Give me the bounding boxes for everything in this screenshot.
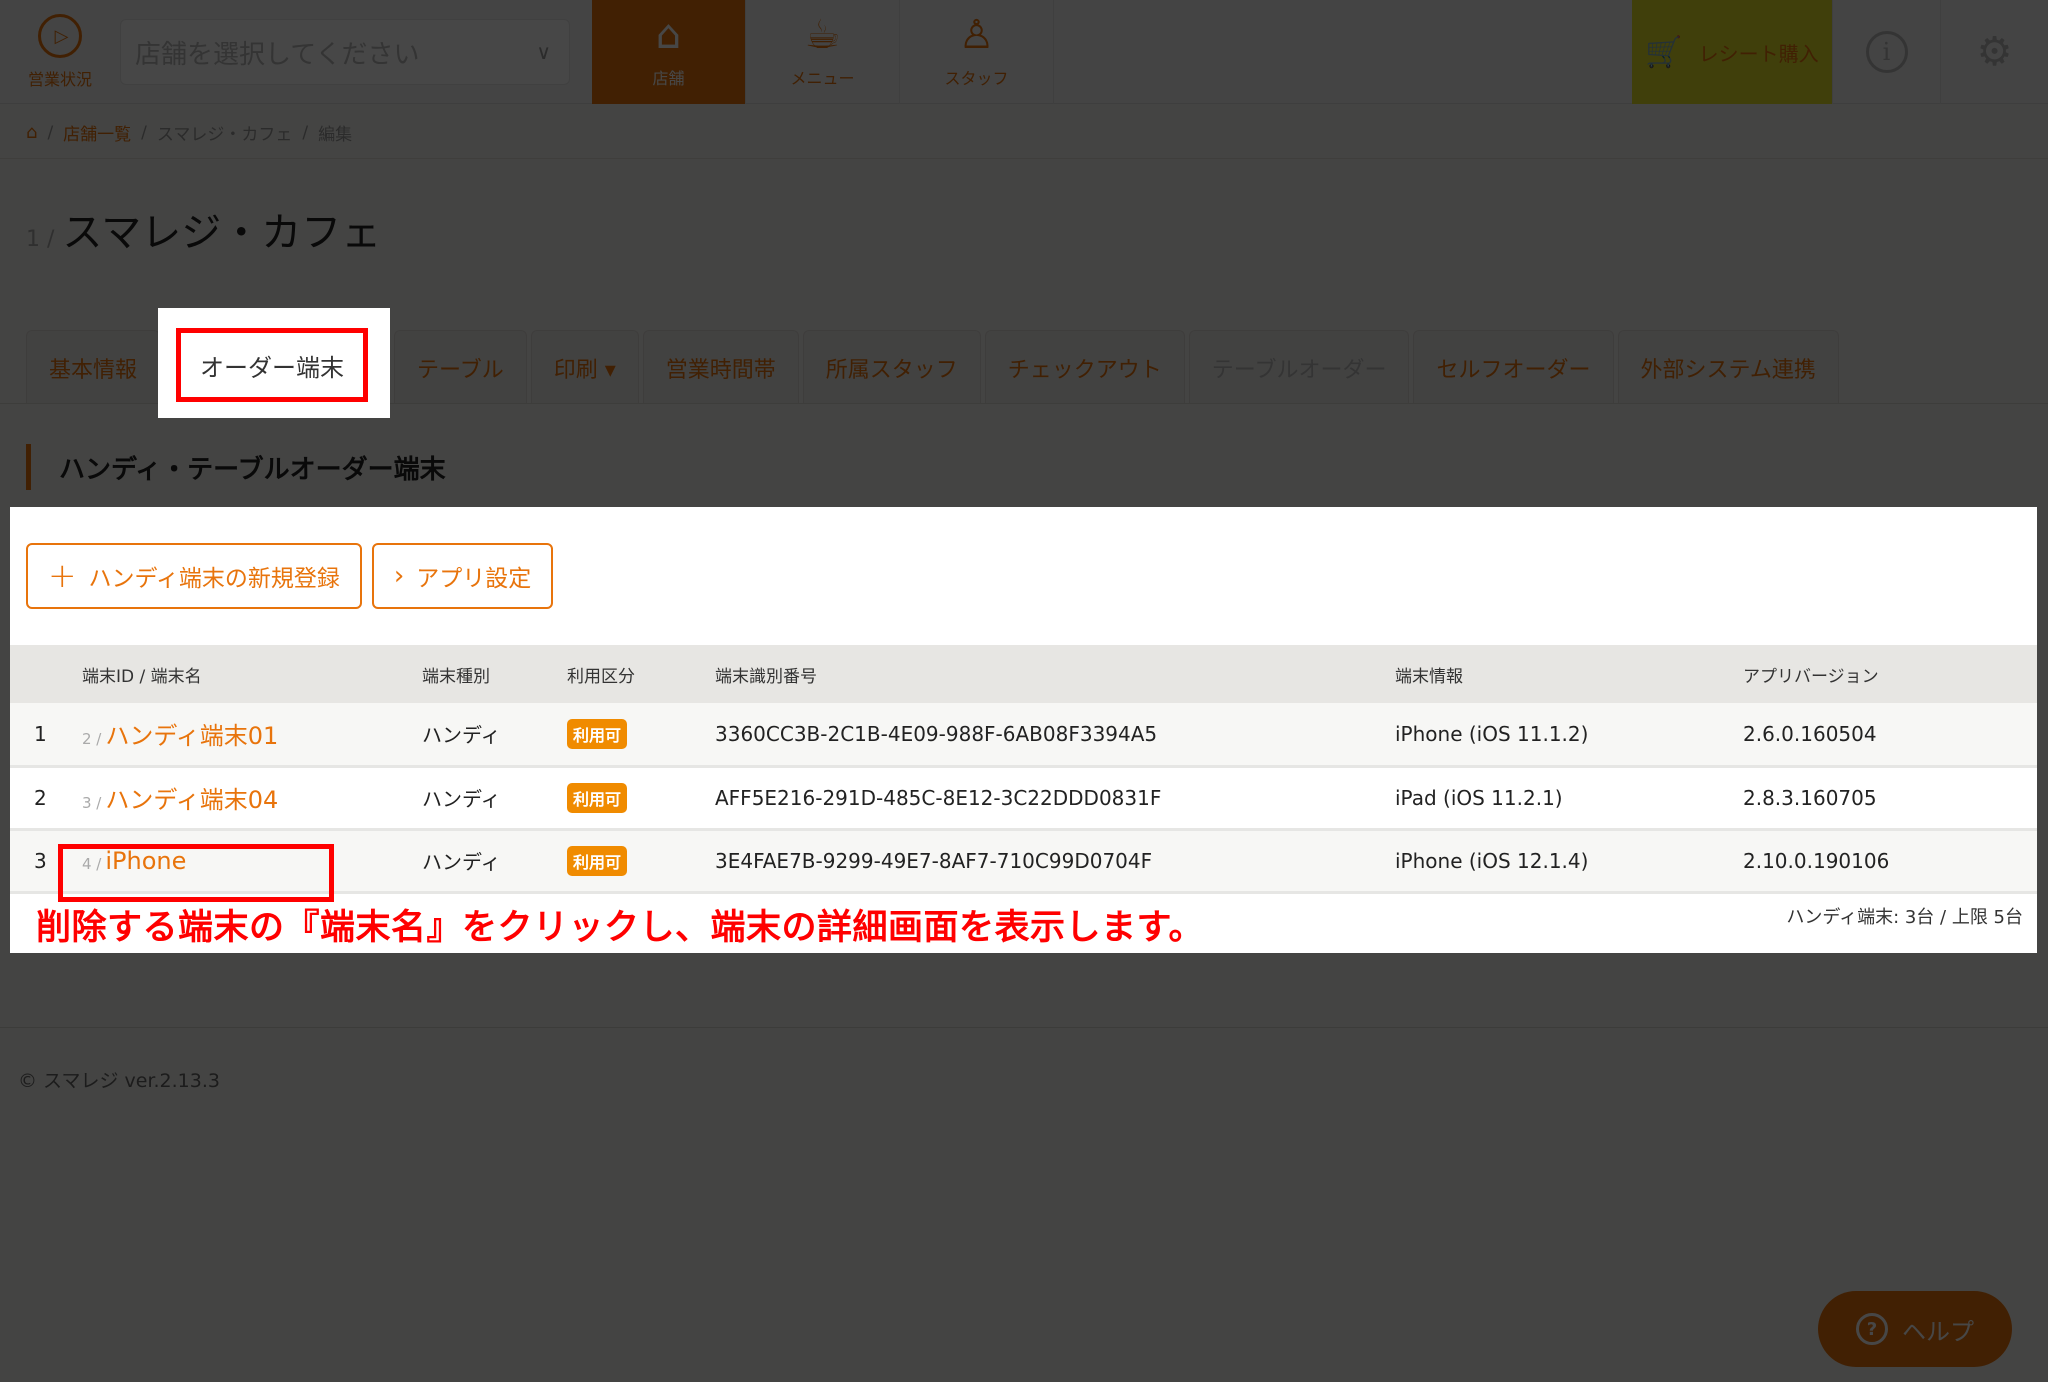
terminal-name-cell: 2 /ハンディ端末01 [70, 703, 410, 768]
terminal-name-link[interactable]: ハンディ端末04 [105, 786, 278, 814]
tab-order-terminal[interactable]: オーダー端末 [176, 328, 368, 402]
col-usage: 利用区分 [567, 645, 715, 703]
terminal-type: ハンディ [410, 703, 567, 768]
status-badge: 利用可 [567, 845, 628, 876]
status-badge: 利用可 [567, 782, 628, 813]
col-terminal-name: 端末ID / 端末名 [70, 645, 410, 703]
terminal-name-link[interactable]: ハンディ端末01 [105, 722, 278, 750]
device-info: iPad (iOS 11.2.1) [1395, 766, 1743, 831]
name-cell-wrapper: 4 /iPhone [58, 843, 410, 902]
terminal-count-note: ハンディ端末: 3台 / 上限 5台 [1786, 907, 2023, 928]
instruction-annotation: 削除する端末の『端末名』をクリックし、端末の詳細画面を表示します。 [36, 908, 1205, 948]
terminal-table: 端末ID / 端末名 端末種別 利用区分 端末識別番号 端末情報 アプリバージョ… [10, 645, 2037, 902]
terminal-type: ハンディ [410, 829, 567, 894]
terminal-udid: 3360CC3B-2C1B-4E09-988F-6AB08F3394A5 [715, 703, 1395, 768]
terminal-id: 2 / [82, 730, 102, 749]
device-info: iPhone (iOS 11.1.2) [1395, 703, 1743, 768]
status-badge: 利用可 [567, 718, 628, 749]
app-version: 2.10.0.190106 [1743, 829, 2037, 894]
col-udid: 端末識別番号 [715, 645, 1395, 703]
terminal-name-link[interactable]: iPhone [105, 847, 186, 875]
terminal-udid: 3E4FAE7B-9299-49E7-8AF7-710C99D0704F [715, 829, 1395, 894]
row-index: 1 [10, 703, 70, 768]
row-index: 2 [10, 766, 70, 831]
terminal-type: ハンディ [410, 766, 567, 831]
app-version: 2.8.3.160705 [1743, 766, 2037, 831]
col-terminal-type: 端末種別 [410, 645, 567, 703]
table-header-row: 端末ID / 端末名 端末種別 利用区分 端末識別番号 端末情報 アプリバージョ… [10, 645, 2037, 703]
app-settings-button[interactable]: › アプリ設定 [371, 543, 554, 609]
usage-cell: 利用可 [567, 829, 715, 894]
terminal-id: 4 / [82, 854, 102, 873]
register-handy-label: ハンディ端末の新規登録 [88, 566, 340, 592]
device-info: iPhone (iOS 12.1.4) [1395, 829, 1743, 894]
app-version: 2.6.0.160504 [1743, 703, 2037, 768]
usage-cell: 利用可 [567, 703, 715, 768]
terminal-name-cell: 3 /ハンディ端末04 [70, 766, 410, 831]
col-index [10, 645, 70, 703]
table-row: 3 4 /iPhone ハンディ 利用可 3E4FAE7B-9299-49E7-… [10, 829, 2037, 902]
action-buttons: + ハンディ端末の新規登録 › アプリ設定 [26, 543, 554, 609]
terminal-udid: AFF5E216-291D-485C-8E12-3C22DDD0831F [715, 766, 1395, 831]
plus-icon: + [48, 556, 77, 596]
terminal-list-panel: + ハンディ端末の新規登録 › アプリ設定 端末ID / 端末名 端末種別 利用… [10, 507, 2037, 953]
usage-cell: 利用可 [567, 766, 715, 831]
row-index: 3 [10, 829, 70, 894]
chevron-right-icon: › [393, 561, 405, 591]
terminal-id: 3 / [82, 794, 102, 812]
terminal-name-cell: 4 /iPhone [58, 829, 410, 902]
table-row: 2 3 /ハンディ端末04 ハンディ 利用可 AFF5E216-291D-485… [10, 766, 2037, 831]
app-settings-label: アプリ設定 [416, 566, 532, 592]
register-handy-button[interactable]: + ハンディ端末の新規登録 [26, 543, 362, 609]
table-row: 1 2 /ハンディ端末01 ハンディ 利用可 3360CC3B-2C1B-4E0… [10, 703, 2037, 768]
highlighted-tab-area: オーダー端末 [158, 308, 390, 418]
col-app-version: アプリバージョン [1743, 645, 2037, 703]
col-device-info: 端末情報 [1395, 645, 1743, 703]
